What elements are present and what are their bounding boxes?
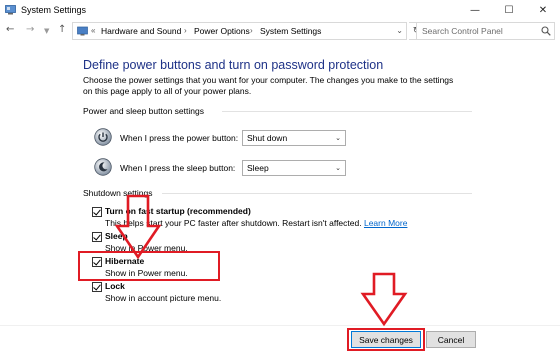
learn-more-link[interactable]: Learn More [364,218,407,228]
section-divider [162,193,472,194]
lock-checkbox[interactable] [92,282,102,292]
title-bar: System Settings — ☐ ✕ [0,0,560,20]
hibernate-highlight-box [78,251,220,281]
back-arrow-icon[interactable]: ← [6,24,14,35]
cancel-button[interactable]: Cancel [426,331,476,348]
chevron-down-icon: ⌄ [335,134,341,142]
address-box[interactable]: « Hardware and Sound › Power Options › S… [72,22,407,40]
breadcrumb-system-settings[interactable]: System Settings [260,26,321,36]
footer-divider [0,325,560,326]
search-icon[interactable] [541,26,551,36]
red-arrow-down-icon [360,272,408,327]
window-title: System Settings [21,5,87,15]
up-arrow-icon[interactable]: ↑ [58,24,66,35]
forward-arrow-icon[interactable]: → [26,24,34,35]
power-button-action-select[interactable]: Shut down ⌄ [242,130,346,146]
fast-startup-description-text: This helps start your PC faster after sh… [105,218,362,228]
minimize-button[interactable]: — [458,0,492,20]
overflow-crumb-icon[interactable]: « [91,26,95,35]
fast-startup-label[interactable]: Turn on fast startup (recommended) [105,206,251,216]
section-divider [222,111,472,112]
lock-description: Show in account picture menu. [105,293,222,303]
sleep-label[interactable]: Sleep [105,231,128,241]
power-button-icon [94,128,112,146]
maximize-button[interactable]: ☐ [492,0,526,20]
sleep-button-action-value: Sleep [247,163,269,173]
chevron-down-icon: ⌄ [335,164,341,172]
power-button-action-value: Shut down [247,133,288,143]
save-changes-highlight-box [347,328,425,351]
recent-locations-chevron-icon[interactable]: ▼ [44,27,49,35]
lock-label[interactable]: Lock [105,281,125,291]
annotation-overlay [114,194,408,327]
page-title: Define power buttons and turn on passwor… [83,58,384,72]
breadcrumb-separator[interactable]: › [250,26,253,35]
search-input[interactable] [417,23,537,39]
breadcrumb-separator[interactable]: › [184,26,187,35]
section-title-shutdown: Shutdown settings [83,188,153,198]
control-panel-folder-icon [77,26,88,36]
search-box[interactable] [416,22,555,40]
sleep-checkbox[interactable] [92,232,102,242]
fast-startup-checkbox[interactable] [92,207,102,217]
close-button[interactable]: ✕ [526,0,560,20]
sleep-button-action-select[interactable]: Sleep ⌄ [242,160,346,176]
section-title-power-sleep: Power and sleep button settings [83,106,204,116]
breadcrumb-hardware-and-sound[interactable]: Hardware and Sound [101,26,181,36]
page-description: Choose the power settings that you want … [83,75,454,96]
power-button-label: When I press the power button: [120,133,239,143]
sleep-button-icon [94,158,112,176]
address-dropdown-icon[interactable]: ⌄ [396,26,403,35]
control-panel-icon [5,5,16,15]
address-bar-row: ← → ▼ ↑ « Hardware and Sound › Power Opt… [0,20,560,42]
fast-startup-description: This helps start your PC faster after sh… [105,218,407,228]
sleep-button-label: When I press the sleep button: [120,163,236,173]
breadcrumb-power-options[interactable]: Power Options [194,26,250,36]
